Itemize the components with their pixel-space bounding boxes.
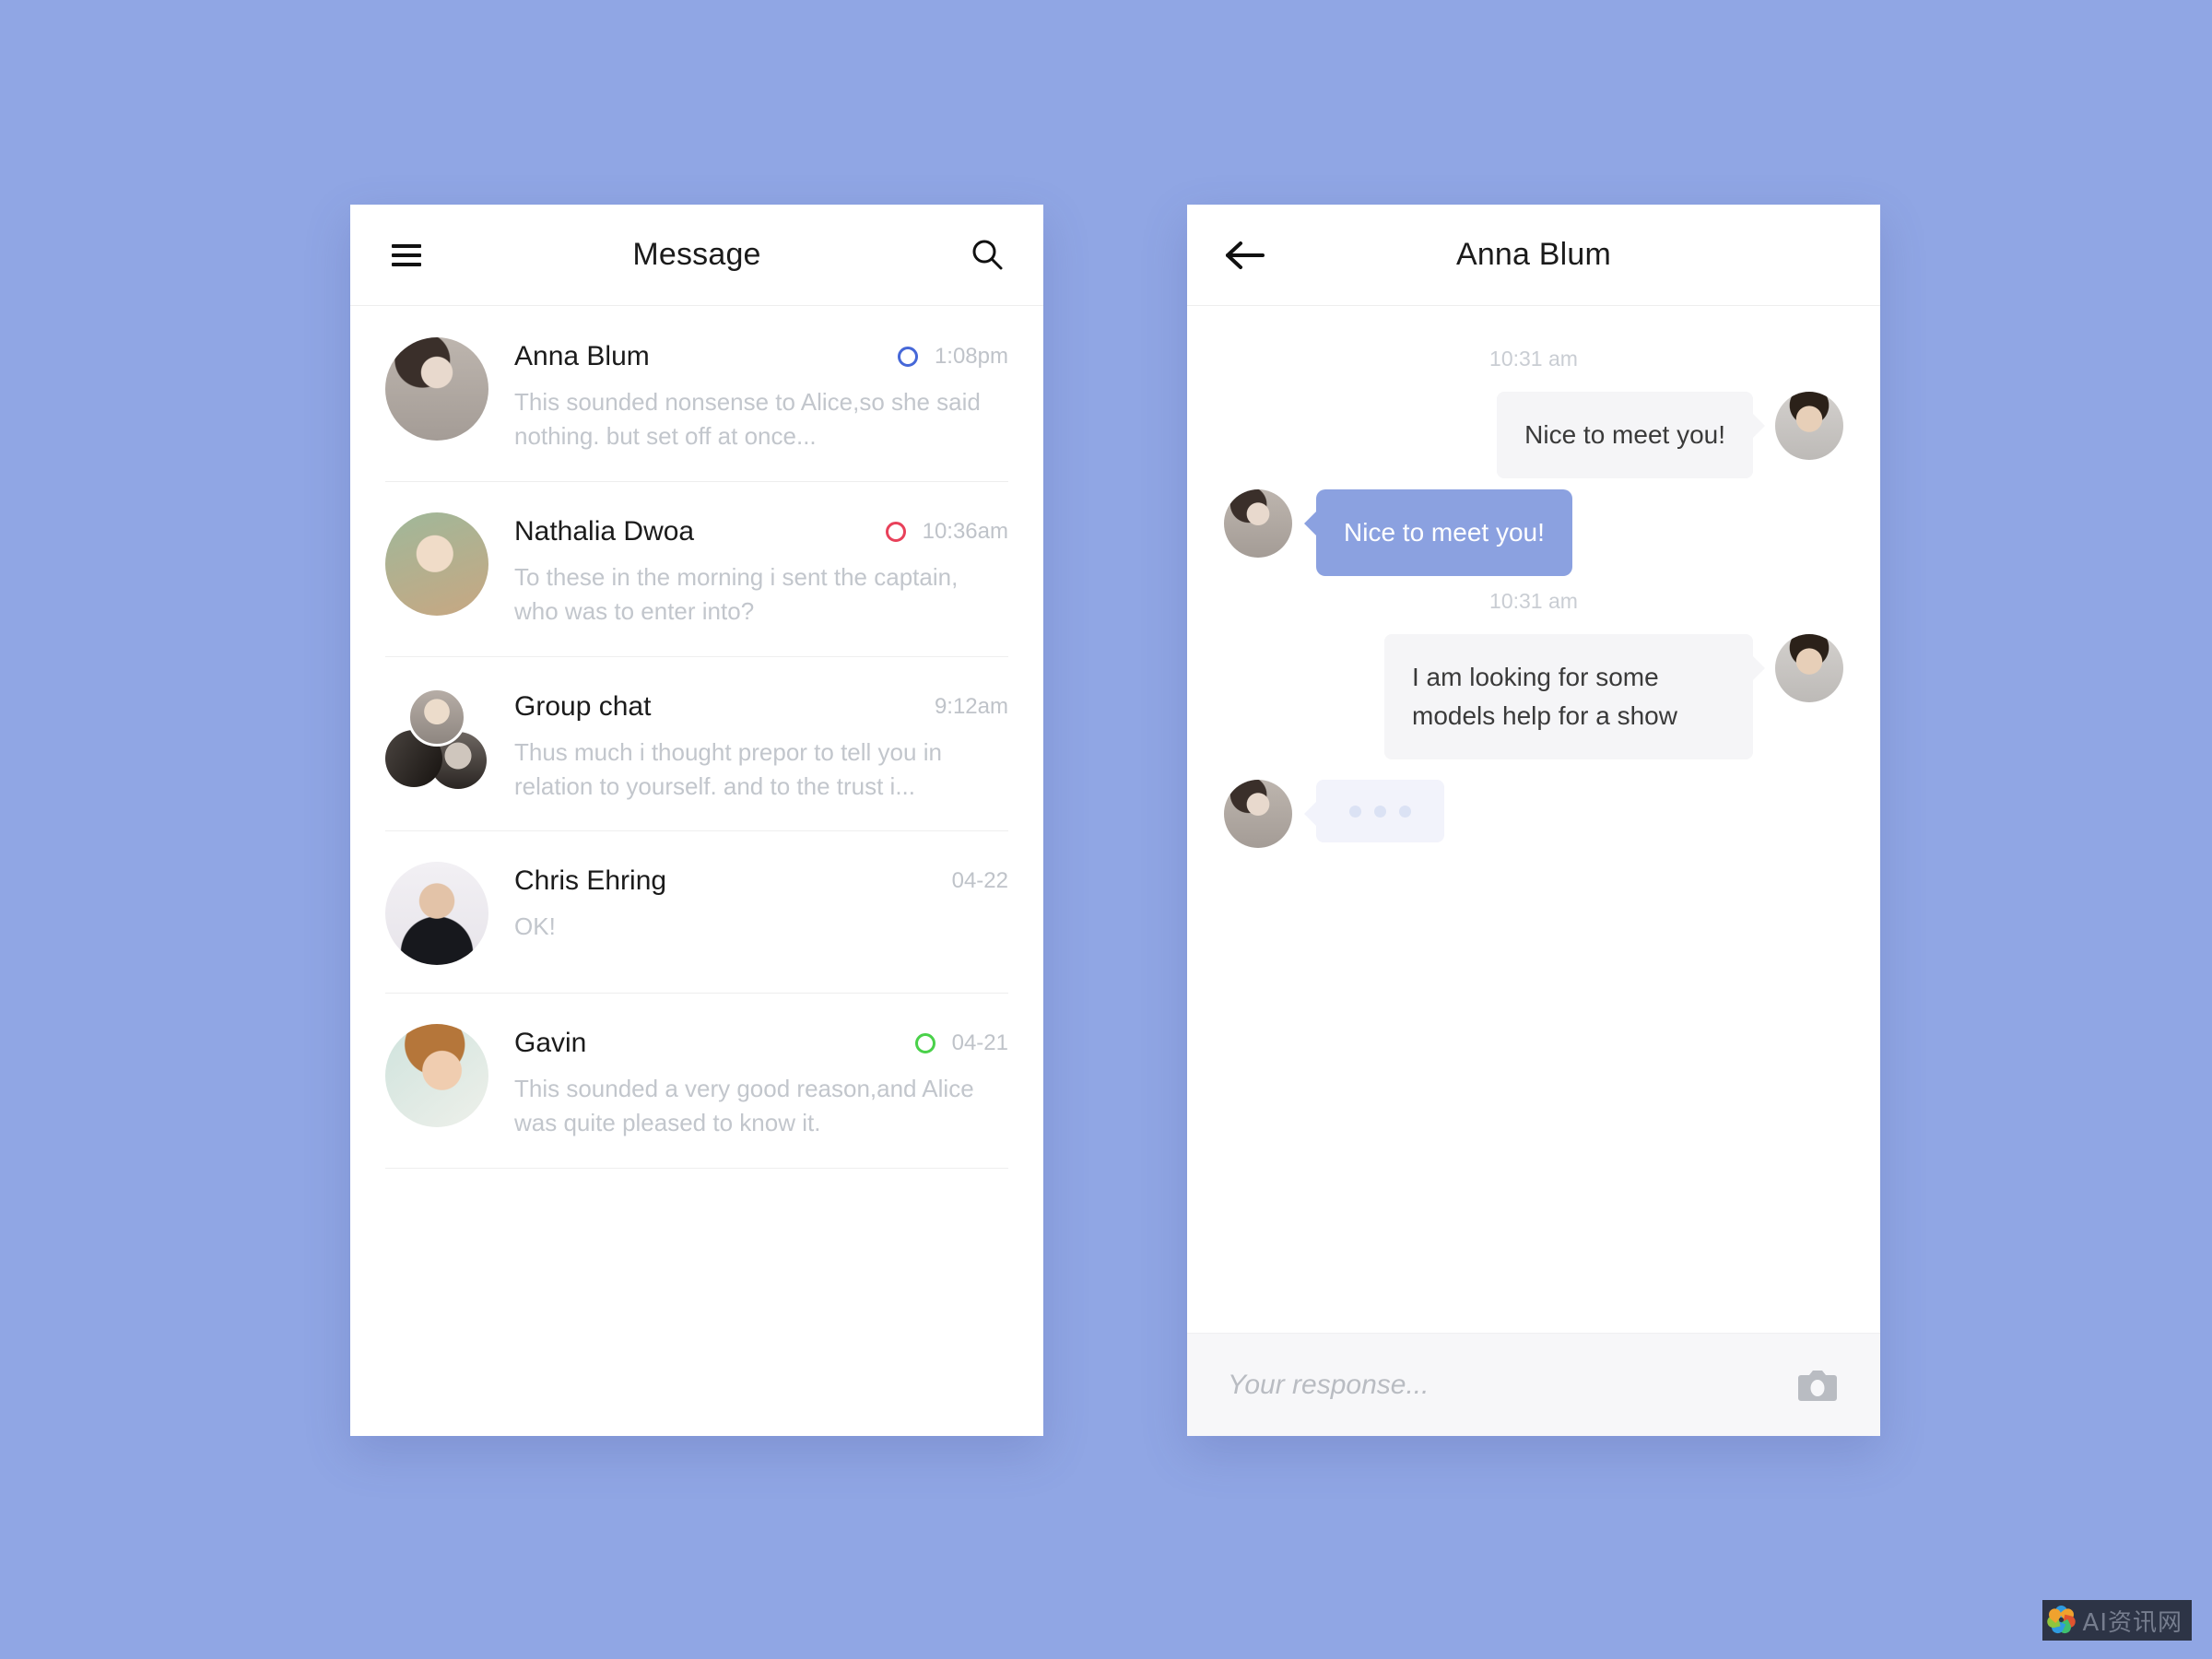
message-row-outgoing: Nice to meet you! <box>1187 392 1880 478</box>
hamburger-icon[interactable] <box>382 230 431 280</box>
chat-screen: Anna Blum 10:31 am Nice to meet you! Nic… <box>1187 205 1880 1436</box>
list-topbar: Message <box>350 205 1043 306</box>
avatar <box>385 862 488 966</box>
message-preview: OK! <box>514 912 556 941</box>
avatar-cluster <box>385 687 488 804</box>
avatar <box>385 1024 488 1140</box>
message-bubble[interactable]: Nice to meet you! <box>1304 489 1572 576</box>
chat-title: Anna Blum <box>1455 237 1612 272</box>
timestamp: 10:36am <box>922 518 1008 544</box>
typing-indicator <box>1304 780 1444 842</box>
timestamp: 04-21 <box>951 1030 1008 1056</box>
typing-dots-icon <box>1349 802 1411 820</box>
message-row-incoming: Nice to meet you! <box>1187 489 1880 576</box>
message-row-typing <box>1187 780 1880 848</box>
message-thread: 10:31 am Nice to meet you! Nice to meet … <box>1187 306 1880 1333</box>
list-item-body: Group chat 9:12am Thus much i thought pr… <box>514 688 1008 804</box>
message-bubble[interactable]: I am looking for some models help for a … <box>1384 634 1765 759</box>
contact-name: Anna Blum <box>514 341 650 371</box>
watermark-text: AI资讯网 <box>2082 1608 2183 1637</box>
message-preview: This sounded a very good reason,and Alic… <box>514 1075 974 1137</box>
status-badge <box>914 1033 935 1054</box>
avatar <box>1775 634 1843 702</box>
list-item-body: Chris Ehring 04-22 OK! <box>514 862 1008 965</box>
message-row-outgoing: I am looking for some models help for a … <box>1187 634 1880 759</box>
contact-name: Gavin <box>514 1028 587 1059</box>
watermark: AI资讯网 <box>2041 1600 2192 1641</box>
message-bubble[interactable]: Nice to meet you! <box>1497 392 1765 478</box>
contact-name: Chris Ehring <box>514 865 667 897</box>
list-item-body: Anna Blum 1:08pm This sounded nonsense t… <box>514 337 1008 453</box>
conversation-list: Anna Blum 1:08pm This sounded nonsense t… <box>350 306 1043 1169</box>
message-preview: To these in the morning i sent the capta… <box>514 562 959 625</box>
camera-icon[interactable] <box>1795 1366 1840 1405</box>
list-item[interactable]: Group chat 9:12am Thus much i thought pr… <box>350 655 1043 831</box>
chat-topbar: Anna Blum <box>1187 205 1880 306</box>
status-badge <box>885 521 906 542</box>
avatar <box>1224 489 1292 558</box>
contact-name: Nathalia Dwoa <box>514 515 695 547</box>
list-item[interactable]: Anna Blum 1:08pm This sounded nonsense t… <box>350 306 1043 481</box>
timestamp: 04-22 <box>951 868 1008 894</box>
thread-timestamp: 10:31 am <box>1489 347 1578 371</box>
avatar <box>1224 780 1292 848</box>
arrow-left-icon[interactable] <box>1220 230 1270 280</box>
list-item-body: Gavin 04-21 This sounded a very good rea… <box>514 1024 1008 1140</box>
message-preview: Thus much i thought prepor to tell you i… <box>514 737 942 800</box>
avatar <box>385 512 488 629</box>
flower-logo-icon <box>2045 1606 2077 1636</box>
thread-timestamp: 10:31 am <box>1489 589 1578 613</box>
message-composer <box>1187 1333 1880 1436</box>
timestamp: 1:08pm <box>934 344 1008 369</box>
timestamp: 9:12am <box>934 693 1008 719</box>
list-item[interactable]: Nathalia Dwoa 10:36am To these in the mo… <box>350 480 1043 656</box>
list-item-body: Nathalia Dwoa 10:36am To these in the mo… <box>514 512 1008 629</box>
list-item[interactable]: Gavin 04-21 This sounded a very good rea… <box>350 993 1043 1168</box>
page-title: Message <box>632 237 761 272</box>
avatar <box>385 337 488 453</box>
avatar <box>1775 392 1843 460</box>
message-preview: This sounded nonsense to Alice,so she sa… <box>514 388 981 450</box>
contact-name: Group chat <box>514 690 652 722</box>
status-badge <box>897 347 918 367</box>
message-list-screen: Message Anna Blum 1:08pm This sounded no… <box>350 205 1043 1436</box>
list-item[interactable]: Chris Ehring 04-22 OK! <box>350 830 1043 993</box>
search-icon[interactable] <box>962 230 1012 280</box>
response-input[interactable] <box>1228 1369 1795 1401</box>
screenshot-stage: Message Anna Blum 1:08pm This sounded no… <box>0 0 2212 1659</box>
